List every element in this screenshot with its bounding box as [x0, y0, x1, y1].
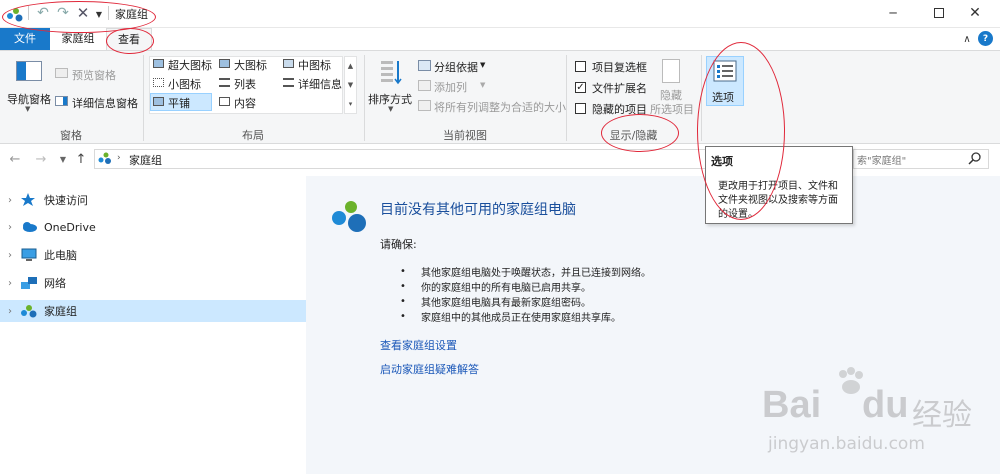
watermark-brand-2: du: [862, 384, 909, 426]
nav-label-this-pc: 此电脑: [44, 249, 77, 262]
details-pane-icon: [55, 96, 68, 106]
nav-item-homegroup[interactable]: › 家庭组: [0, 300, 306, 322]
ensure-label: 请确保:: [380, 238, 417, 251]
annotation-circle-show-hide: [601, 114, 679, 152]
recent-locations-icon[interactable]: ▼: [58, 153, 68, 165]
preview-pane-button[interactable]: 预览窗格: [72, 67, 116, 83]
nav-label-quick-access: 快速访问: [44, 194, 88, 207]
expand-chevron-icon[interactable]: ›: [0, 222, 20, 233]
maximize-button[interactable]: [926, 4, 952, 22]
tab-file[interactable]: 文件: [0, 28, 50, 50]
layout-list[interactable]: 列表: [234, 76, 256, 92]
ensure-item-2: 你的家庭组中的所有电脑已启用共享。: [421, 283, 591, 294]
size-columns-icon: [418, 100, 431, 111]
nav-label-homegroup: 家庭组: [44, 305, 77, 318]
extra-large-icons-icon: [153, 59, 164, 68]
large-icons-icon: [219, 59, 230, 68]
nav-item-onedrive[interactable]: › OneDrive: [0, 216, 306, 238]
group-by-button[interactable]: 分组依据: [434, 59, 478, 75]
ribbon-view: 导航窗格 ▼ 预览窗格 详细信息窗格 窗格 超大图标 大图标 中图标 小图标 列…: [0, 50, 1000, 144]
list-icon: [219, 78, 230, 87]
breadcrumb-homegroup[interactable]: 家庭组: [129, 152, 162, 168]
annotation-circle-view-tab: [106, 28, 154, 54]
navigation-pane: › 快速访问 › OneDrive › 此电脑 › 网络 › 家庭组: [0, 176, 306, 474]
content-icon: [219, 97, 230, 106]
group-label-current-view: 当前视图: [443, 129, 487, 142]
bullet-dot: •: [400, 281, 406, 292]
watermark-brand: Bai: [762, 384, 822, 426]
layout-extra-large-icons[interactable]: 超大图标: [168, 57, 212, 73]
sort-by-icon: [380, 59, 402, 85]
layout-content[interactable]: 内容: [234, 95, 256, 111]
close-button[interactable]: ✕: [962, 4, 988, 22]
nav-item-this-pc[interactable]: › 此电脑: [0, 244, 306, 266]
network-icon: [20, 276, 38, 290]
group-by-icon: [418, 60, 431, 71]
small-icons-icon: [153, 78, 164, 87]
computer-icon: [20, 248, 38, 262]
item-checkboxes-checkbox[interactable]: [575, 61, 586, 72]
homegroup-troubleshooter-link[interactable]: 启动家庭组疑难解答: [380, 361, 479, 377]
watermark-cn: 经验: [912, 398, 972, 433]
layout-tiles[interactable]: 平铺: [168, 95, 190, 111]
expand-chevron-icon[interactable]: ›: [0, 278, 20, 289]
hide-selected-icon: [662, 59, 680, 83]
add-columns-button[interactable]: 添加列: [434, 79, 467, 95]
navigation-pane-icon[interactable]: [16, 61, 42, 81]
nav-item-network[interactable]: › 网络: [0, 272, 306, 294]
bullet-dot: •: [400, 296, 406, 307]
forward-button[interactable]: →: [34, 152, 48, 167]
bullet-dot: •: [400, 311, 406, 322]
group-label-layout: 布局: [242, 129, 264, 142]
bullet-dot: •: [400, 266, 406, 277]
homegroup-crumb-icon: [98, 152, 112, 164]
expand-chevron-icon[interactable]: ›: [0, 306, 20, 317]
add-columns-icon: [418, 80, 431, 91]
cloud-icon: [20, 220, 38, 234]
file-extensions-label[interactable]: 文件扩展名: [592, 80, 647, 96]
expand-chevron-icon[interactable]: ›: [0, 250, 20, 261]
layout-details[interactable]: 详细信息: [298, 76, 342, 92]
annotation-circle-options: [697, 42, 785, 220]
star-icon: [20, 193, 38, 207]
collapse-ribbon-icon[interactable]: ∧: [960, 32, 974, 46]
details-pane-button[interactable]: 详细信息窗格: [72, 95, 138, 111]
watermark-url: jingyan.baidu.com: [768, 434, 925, 454]
layout-small-icons[interactable]: 小图标: [168, 76, 201, 92]
nav-label-onedrive: OneDrive: [44, 220, 96, 234]
tiles-icon: [153, 97, 164, 106]
minimize-button[interactable]: ─: [880, 4, 906, 22]
paw-logo-icon: [835, 366, 865, 396]
ensure-item-3: 其他家庭组电脑具有最新家庭组密码。: [421, 298, 591, 309]
size-all-columns-button[interactable]: 将所有列调整为合适的大小: [434, 99, 566, 115]
preview-pane-icon: [55, 68, 68, 78]
details-icon: [283, 78, 294, 87]
ensure-item-1: 其他家庭组电脑处于唤醒状态，并且已连接到网络。: [421, 268, 651, 279]
search-icon[interactable]: [968, 151, 982, 165]
gallery-scroll[interactable]: ▲ ▼ ▾: [344, 56, 357, 114]
nav-item-quick-access[interactable]: › 快速访问: [0, 189, 306, 211]
search-placeholder: 索"家庭组": [857, 156, 907, 167]
hidden-items-checkbox[interactable]: [575, 103, 586, 114]
selected-items-label: 所选项目: [650, 103, 694, 116]
nav-label-network: 网络: [44, 277, 66, 290]
item-checkboxes-label[interactable]: 项目复选框: [592, 59, 647, 75]
up-button[interactable]: ↑: [74, 151, 88, 167]
file-extensions-checkbox[interactable]: ✓: [575, 82, 586, 93]
medium-icons-icon: [283, 59, 294, 68]
ensure-item-4: 家庭组中的其他成员正在使用家庭组共享库。: [421, 313, 621, 324]
group-label-panes: 窗格: [60, 129, 82, 142]
layout-large-icons[interactable]: 大图标: [234, 57, 267, 73]
help-icon[interactable]: ?: [978, 31, 993, 46]
back-button[interactable]: ←: [8, 152, 22, 167]
expand-chevron-icon[interactable]: ›: [0, 195, 20, 206]
layout-medium-icons[interactable]: 中图标: [298, 57, 331, 73]
view-homegroup-settings-link[interactable]: 查看家庭组设置: [380, 337, 457, 353]
homegroup-icon: [20, 304, 38, 318]
breadcrumb-chevron-icon: ›: [117, 153, 121, 163]
baidu-watermark: Bai du 经验 jingyan.baidu.com: [760, 366, 990, 466]
content-heading: 目前没有其他可用的家庭组电脑: [380, 202, 576, 218]
homegroup-large-icon: [330, 198, 370, 234]
